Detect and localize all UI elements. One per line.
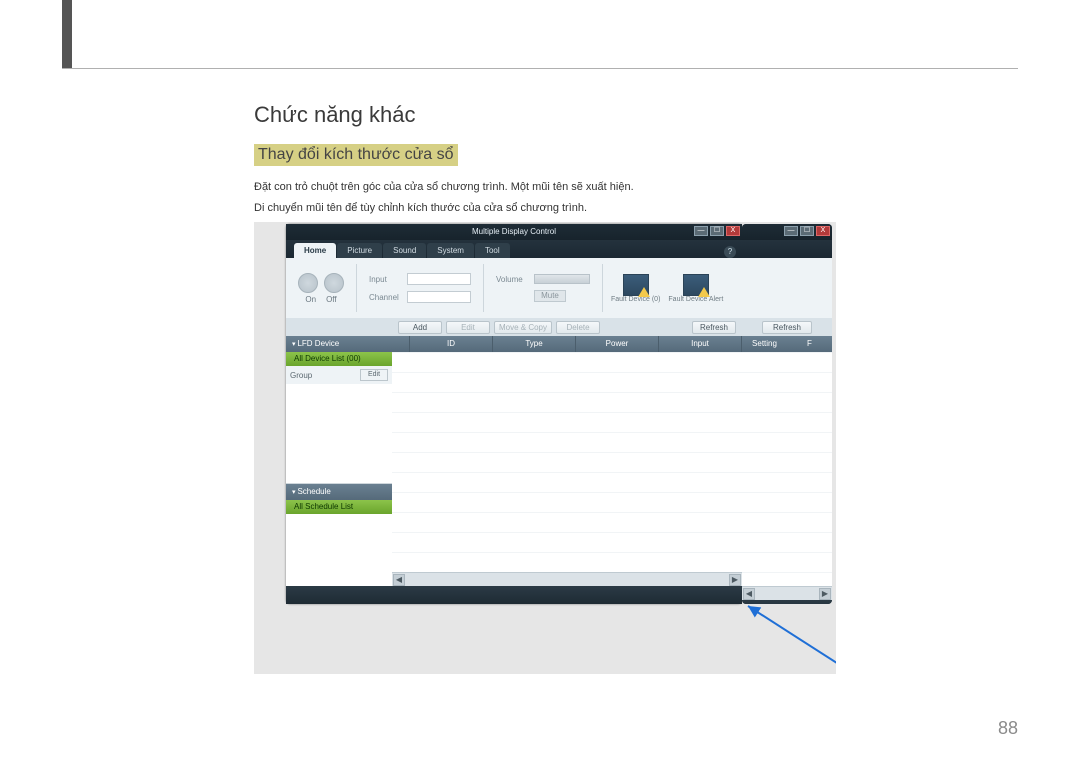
mdc-window-secondary: — ☐ X Refresh Setting F ◀ ▶ [742, 224, 832, 604]
page-number: 88 [998, 718, 1018, 739]
tab-home[interactable]: Home [294, 243, 336, 258]
scroll-left-icon[interactable]: ◀ [743, 588, 755, 600]
add-button[interactable]: Add [398, 321, 442, 334]
ribbon-separator [483, 264, 484, 312]
volume-label: Volume [496, 275, 530, 284]
mdc-window-primary: Multiple Display Control — ☐ X Home Pict… [286, 224, 742, 604]
page-header-rule [62, 68, 1018, 69]
scroll-right-icon[interactable]: ▶ [729, 574, 741, 586]
resize-arrow-annotation [742, 602, 836, 674]
titlebar[interactable]: Multiple Display Control — ☐ X [286, 224, 742, 240]
col-setting[interactable]: Setting [742, 336, 787, 352]
col-type[interactable]: Type [493, 336, 576, 352]
sidebar-group-row: Group Edit [286, 366, 392, 384]
embedded-screenshot: Multiple Display Control — ☐ X Home Pict… [254, 222, 836, 674]
horizontal-scrollbar-secondary[interactable]: ◀ ▶ [742, 586, 832, 600]
device-table: ID Type Power Input ◀ ▶ [392, 336, 742, 586]
on-label: On [305, 295, 316, 304]
sidebar-schedule-tree[interactable] [286, 514, 392, 586]
maximize-button[interactable]: ☐ [800, 226, 814, 236]
tab-tool[interactable]: Tool [475, 243, 510, 258]
sidebar: LFD Device All Device List (00) Group Ed… [286, 336, 392, 586]
mute-button[interactable]: Mute [534, 290, 566, 302]
paragraph-1: Đặt con trỏ chuột trên góc của cửa sổ ch… [254, 178, 838, 197]
col-input[interactable]: Input [659, 336, 742, 352]
ribbon-separator [602, 264, 603, 312]
col-f[interactable]: F [787, 336, 832, 352]
power-on-button[interactable] [298, 273, 318, 293]
table-headers: ID Type Power Input [392, 336, 742, 352]
paragraph-2: Di chuyển mũi tên để tùy chỉnh kích thướ… [254, 199, 838, 218]
group-edit-button[interactable]: Edit [360, 369, 388, 381]
channel-label: Channel [369, 293, 403, 302]
main-tabs: Home Picture Sound System Tool ? [286, 240, 742, 258]
off-label: Off [326, 295, 337, 304]
power-off-button[interactable] [324, 273, 344, 293]
input-label: Input [369, 275, 403, 284]
volume-slider[interactable] [534, 274, 590, 284]
ribbon: On Off Input Channel Volume Mute Fault D… [286, 258, 742, 318]
scroll-right-icon[interactable]: ▶ [819, 588, 831, 600]
section-heading: Chức năng khác [254, 102, 838, 128]
col-check[interactable] [392, 336, 410, 352]
toolbar-secondary: Refresh [742, 318, 832, 336]
status-bar [286, 586, 742, 604]
move-copy-button[interactable]: Move & Copy [494, 321, 552, 334]
ribbon-separator [356, 264, 357, 312]
input-select[interactable] [407, 273, 471, 285]
maximize-button[interactable]: ☐ [710, 226, 724, 236]
horizontal-scrollbar[interactable]: ◀ ▶ [392, 572, 742, 586]
table-body-secondary[interactable] [742, 352, 832, 586]
sidebar-all-schedule[interactable]: All Schedule List [286, 500, 392, 514]
sidebar-lfd-header[interactable]: LFD Device [286, 336, 392, 352]
col-power[interactable]: Power [576, 336, 659, 352]
channel-select[interactable] [407, 291, 471, 303]
tab-sound[interactable]: Sound [383, 243, 426, 258]
page-header-bar [62, 0, 72, 68]
ribbon-secondary [742, 258, 832, 318]
scroll-left-icon[interactable]: ◀ [393, 574, 405, 586]
table-body[interactable] [392, 352, 742, 572]
close-button[interactable]: X [816, 226, 830, 236]
sidebar-all-devices[interactable]: All Device List (00) [286, 352, 392, 366]
fault-alert-icon [683, 274, 709, 296]
main-body: LFD Device All Device List (00) Group Ed… [286, 336, 742, 586]
refresh-button[interactable]: Refresh [692, 321, 736, 334]
power-group: On Off [294, 273, 348, 304]
device-toolbar: Add Edit Move & Copy Delete Refresh [286, 318, 742, 336]
group-label: Group [290, 371, 312, 380]
tabs-secondary [742, 240, 832, 258]
titlebar-secondary[interactable]: — ☐ X [742, 224, 832, 240]
input-group: Input Channel [365, 271, 475, 305]
help-button[interactable]: ? [724, 246, 736, 258]
subsection-heading: Thay đổi kích thước cửa sổ [254, 144, 458, 166]
headers-secondary: Setting F [742, 336, 832, 352]
sidebar-group-tree[interactable] [286, 384, 392, 484]
refresh-button-secondary[interactable]: Refresh [762, 321, 812, 334]
sidebar-schedule-header[interactable]: Schedule [286, 484, 392, 500]
col-id[interactable]: ID [410, 336, 493, 352]
fault-device-alert[interactable]: Fault Device Alert [668, 274, 723, 303]
window-title: Multiple Display Control [472, 227, 556, 236]
minimize-button[interactable]: — [694, 226, 708, 236]
delete-button[interactable]: Delete [556, 321, 600, 334]
fault-device-count[interactable]: Fault Device (0) [611, 274, 660, 303]
tab-picture[interactable]: Picture [337, 243, 382, 258]
close-button[interactable]: X [726, 226, 740, 236]
volume-group: Volume Mute [492, 272, 594, 304]
status-bar-secondary [742, 600, 832, 604]
edit-button[interactable]: Edit [446, 321, 490, 334]
fault-device-icon [623, 274, 649, 296]
document-body: Chức năng khác Thay đổi kích thước cửa s… [254, 102, 838, 219]
minimize-button[interactable]: — [784, 226, 798, 236]
tab-system[interactable]: System [427, 243, 474, 258]
